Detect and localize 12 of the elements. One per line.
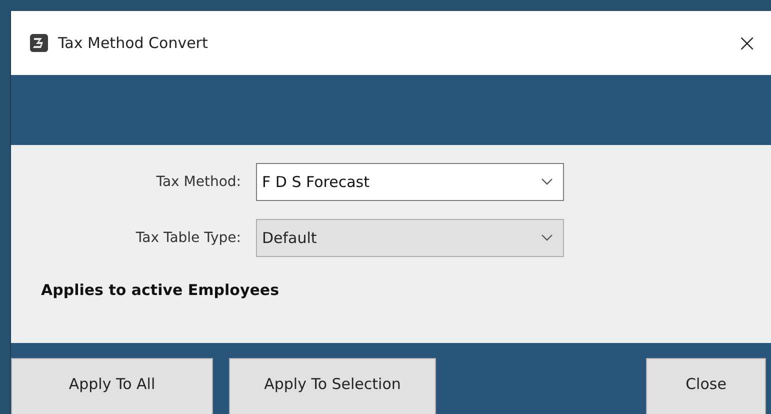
action-button[interactable]: Apply To All [11,358,213,414]
chevron-down-icon [541,234,553,242]
dropdown-field[interactable]: F D S Forecast [256,163,564,201]
window-title: Tax Method Convert [58,34,209,52]
action-button[interactable]: Close [646,358,766,414]
close-button[interactable]: × [722,29,771,57]
chevron-down-icon [541,178,553,186]
app-logo-icon [29,33,49,53]
field-label: Tax Method: [155,174,242,190]
field-label: Tax Table Type: [134,230,242,246]
action-button[interactable]: Apply To Selection [229,358,436,414]
info-text: Applies to active Employees [40,280,280,299]
